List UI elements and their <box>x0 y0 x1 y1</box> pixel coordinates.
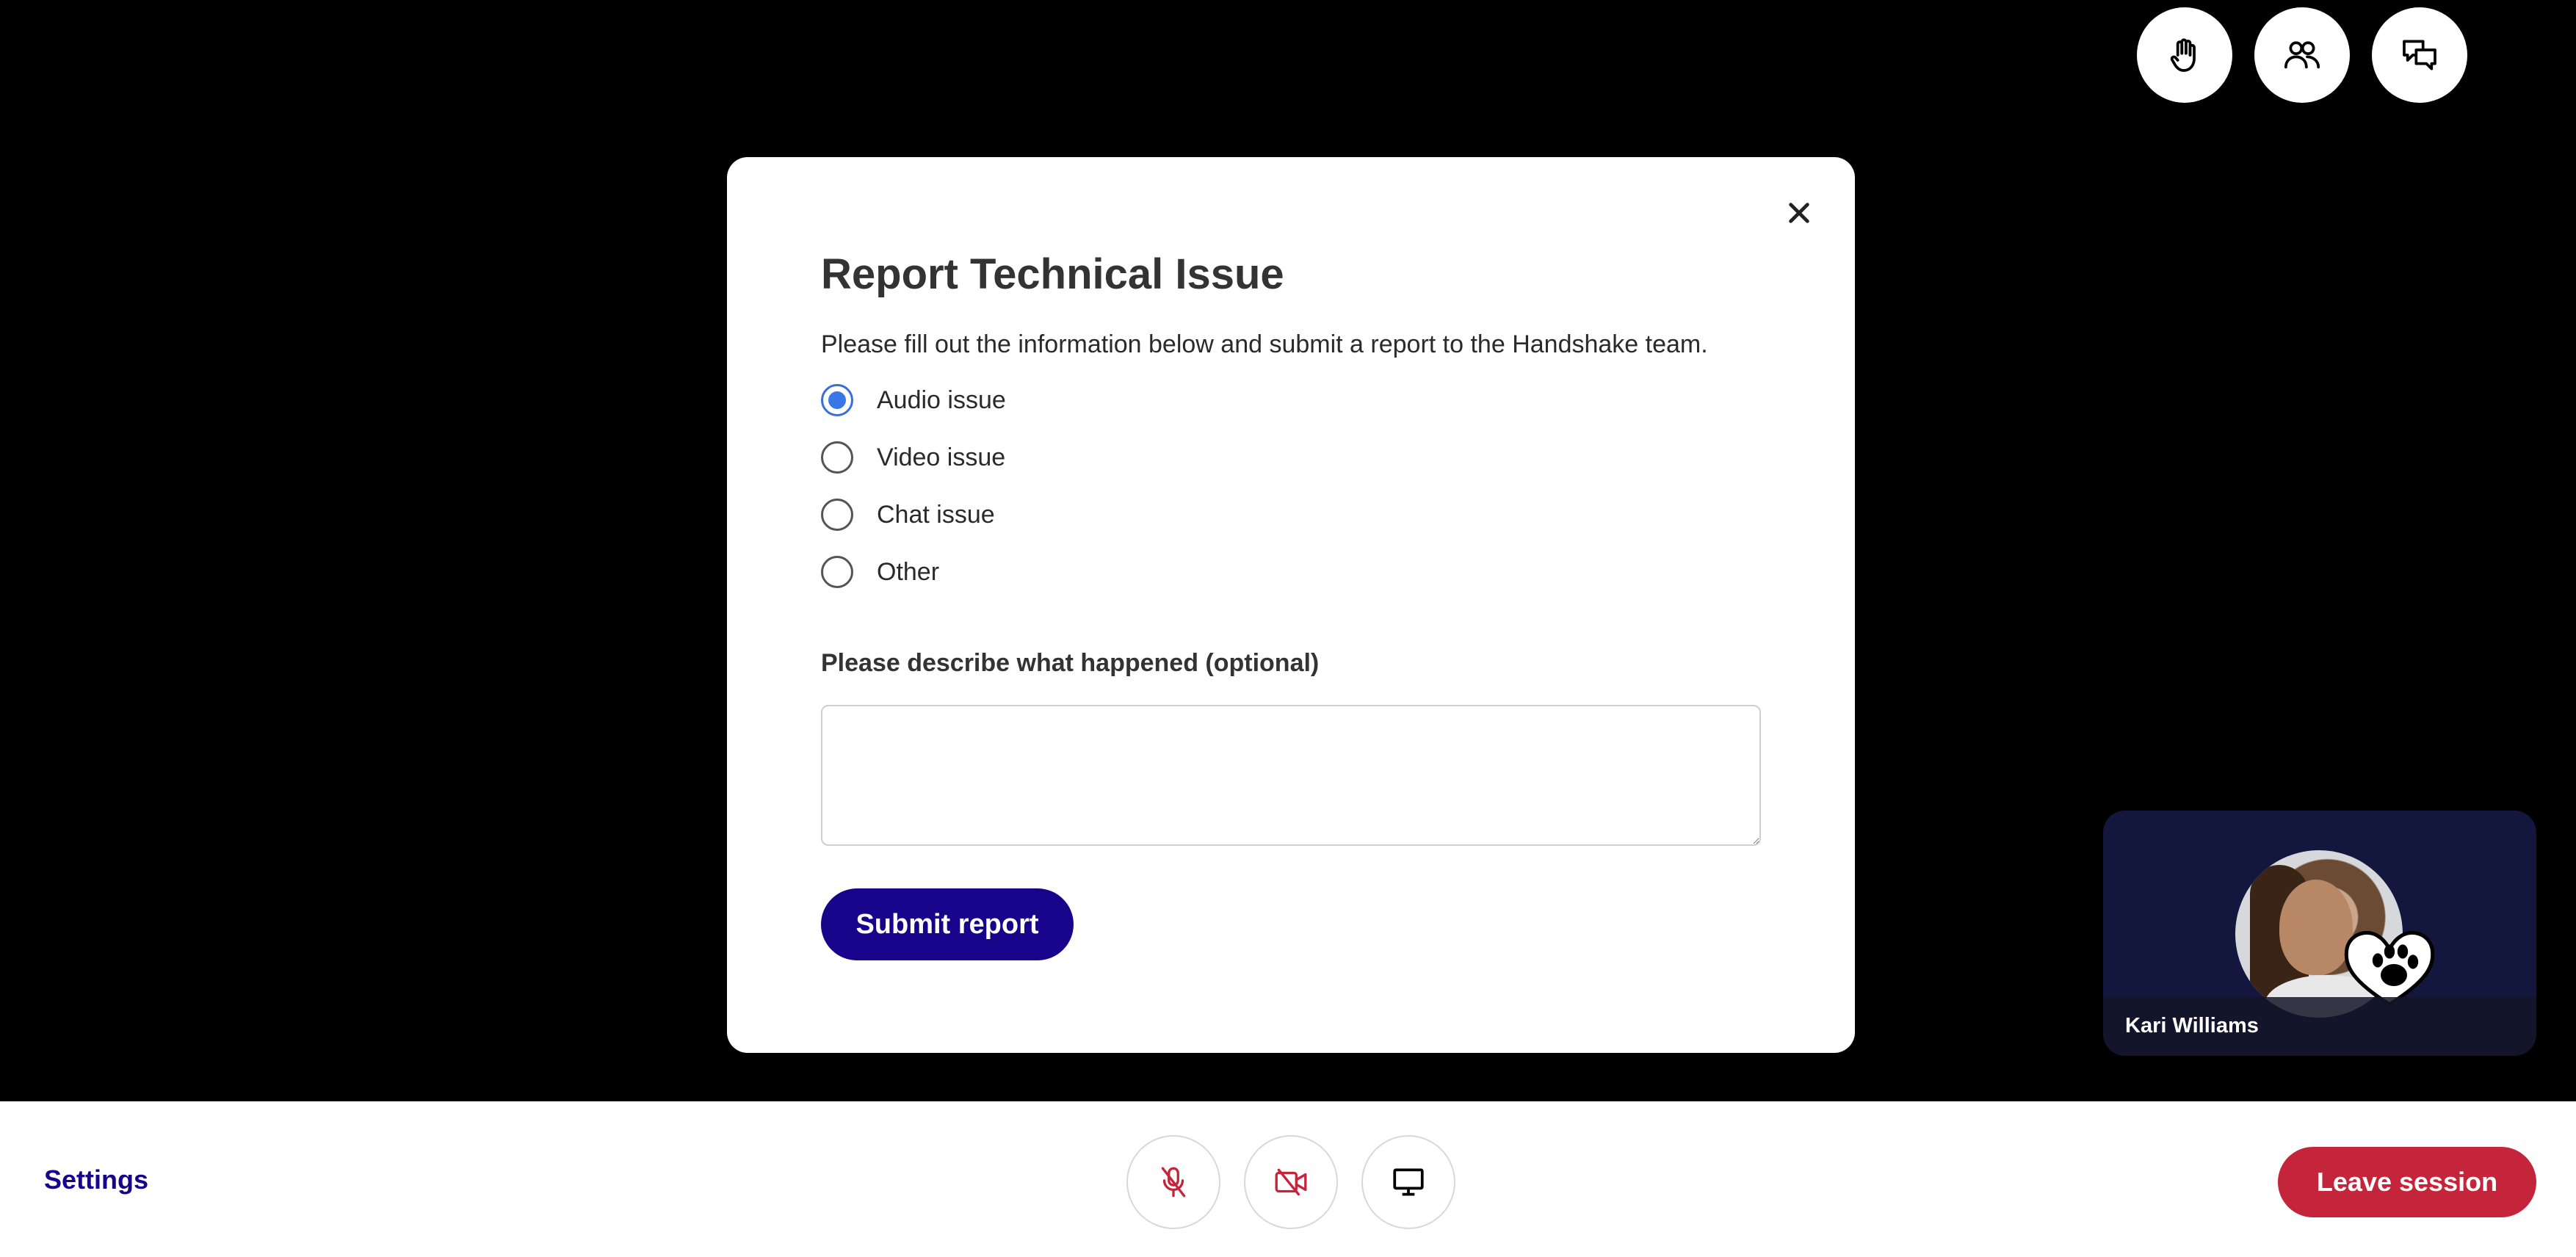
radio-button[interactable] <box>821 441 853 474</box>
screen-share-icon <box>1393 1168 1424 1196</box>
settings-link[interactable]: Settings <box>44 1164 148 1195</box>
video-stage: Report Technical Issue Please fill out t… <box>0 0 2576 1101</box>
modal-description: Please fill out the information below an… <box>821 330 1708 358</box>
modal-title: Report Technical Issue <box>821 250 1284 298</box>
close-modal-button[interactable] <box>1781 195 1817 231</box>
chat-button[interactable] <box>2372 7 2467 103</box>
radio-option-other[interactable]: Other <box>821 554 939 590</box>
mic-off-icon <box>1161 1167 1186 1198</box>
details-textarea[interactable] <box>821 705 1761 846</box>
leave-session-button[interactable]: Leave session <box>2278 1147 2536 1217</box>
camera-toggle-button[interactable] <box>1244 1135 1338 1229</box>
hand-icon <box>2170 38 2196 72</box>
camera-off-icon <box>1275 1168 1307 1196</box>
radio-button[interactable] <box>821 384 853 416</box>
close-icon <box>1789 203 1809 223</box>
radio-option-audio[interactable]: Audio issue <box>821 382 1006 419</box>
radio-button[interactable] <box>821 499 853 531</box>
participant-name: Kari Williams <box>2125 1014 2259 1037</box>
chat-icon <box>2403 40 2436 70</box>
radio-label: Chat issue <box>877 500 995 529</box>
participants-button[interactable] <box>2254 7 2350 103</box>
radio-option-chat[interactable]: Chat issue <box>821 496 995 533</box>
participants-icon <box>2284 41 2320 69</box>
submit-report-button[interactable]: Submit report <box>821 888 1074 960</box>
mic-toggle-button[interactable] <box>1126 1135 1220 1229</box>
radio-option-video[interactable]: Video issue <box>821 439 1005 476</box>
raise-hand-button[interactable] <box>2137 7 2232 103</box>
report-issue-modal: Report Technical Issue Please fill out t… <box>727 157 1855 1053</box>
radio-label: Other <box>877 557 940 586</box>
radio-label: Video issue <box>877 443 1006 471</box>
radio-button[interactable] <box>821 556 853 588</box>
details-label: Please describe what happened (optional) <box>821 649 1320 677</box>
screen-share-button[interactable] <box>1361 1135 1455 1229</box>
bottom-toolbar: Settings Leave session <box>0 1101 2576 1257</box>
participant-tile: Kari Williams <box>2103 811 2536 1056</box>
radio-label: Audio issue <box>877 385 1006 414</box>
